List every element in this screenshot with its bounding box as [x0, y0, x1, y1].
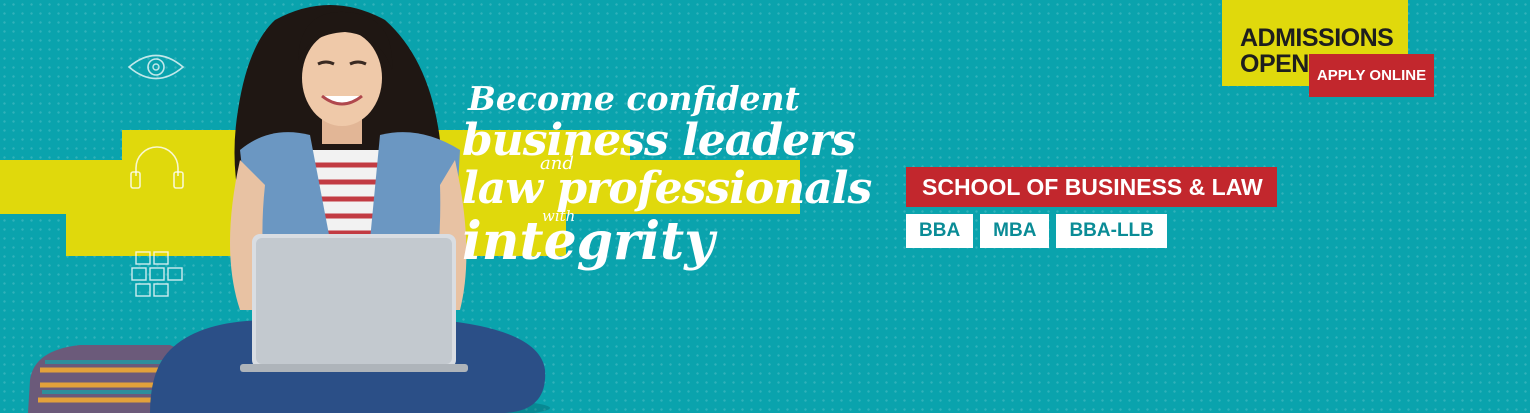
program-tag-mba[interactable]: MBA — [980, 214, 1050, 248]
headline-line-1: Become confident — [468, 79, 800, 118]
program-list: BBA MBA BBA-LLB — [906, 214, 1167, 248]
school-title: SCHOOL OF BUSINESS & LAW — [906, 167, 1277, 207]
program-tag-bba[interactable]: BBA — [906, 214, 974, 248]
apply-online-button[interactable]: APPLY ONLINE — [1309, 54, 1434, 97]
open-label: OPEN — [1240, 50, 1309, 78]
headline-line-2: business leaders — [462, 115, 856, 166]
headline-line-6: integrity — [462, 211, 715, 272]
headline: Become confident business leaders and la… — [462, 79, 872, 272]
headline-line-4: law professionals — [462, 163, 872, 214]
hero-banner: Become confident business leaders and la… — [0, 0, 1530, 413]
program-tag-bba-llb[interactable]: BBA-LLB — [1056, 214, 1167, 248]
admissions-label: ADMISSIONS — [1240, 24, 1394, 52]
